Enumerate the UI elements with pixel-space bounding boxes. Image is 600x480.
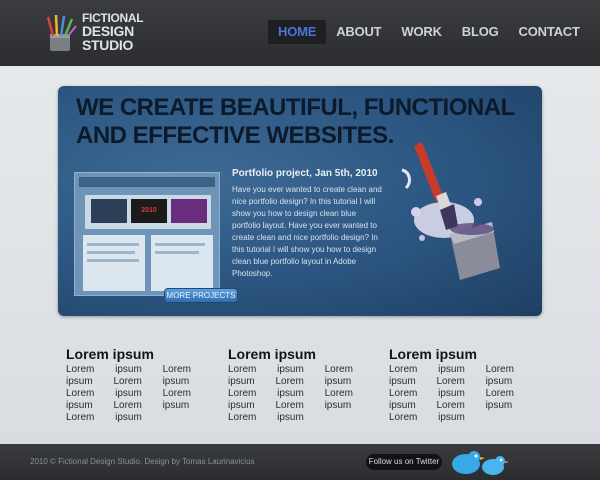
content-column-1: Lorem ipsum Lorem ipsum Lorem ipsum Lore… xyxy=(66,346,216,424)
screenshot-header xyxy=(79,177,215,187)
portfolio-screenshot[interactable]: 2010 xyxy=(74,172,220,296)
paintbrush-bucket-icon xyxy=(401,142,500,280)
logo-text: FICTIONAL DESIGN STUDIO xyxy=(82,12,152,52)
nav-item-contact[interactable]: CONTACT xyxy=(509,20,590,44)
nav-item-home[interactable]: HOME xyxy=(268,20,327,44)
logo[interactable]: FICTIONAL DESIGN STUDIO xyxy=(44,10,144,54)
site-header: FICTIONAL DESIGN STUDIO HOME ABOUT WORK … xyxy=(0,0,600,66)
screenshot-thumb xyxy=(91,199,127,223)
screenshot-text-line xyxy=(87,259,139,262)
content-column-3: Lorem ipsum Lorem ipsum Lorem ipsum Lore… xyxy=(389,346,539,424)
logo-line-2: DESIGN xyxy=(82,23,134,39)
copyright-text: 2010 © Fictional Design Studio. Design b… xyxy=(30,457,255,466)
screenshot-thumb xyxy=(171,199,207,223)
more-projects-button[interactable]: MORE PROJECTS xyxy=(164,288,238,303)
main-content: WE CREATE BEAUTIFUL, FUNCTIONAL AND EFFE… xyxy=(0,66,600,444)
project-description: Have you ever wanted to create clean and… xyxy=(232,185,382,278)
column-title: Lorem ipsum xyxy=(66,346,154,362)
screenshot-text-line xyxy=(87,251,135,254)
column-title: Lorem ipsum xyxy=(389,346,477,362)
screenshot-text-line xyxy=(155,243,205,246)
column-title: Lorem ipsum xyxy=(228,346,316,362)
logo-line-3: STUDIO xyxy=(82,37,134,53)
column-text: Lorem ipsum Lorem ipsum Lorem ipsum Lore… xyxy=(389,364,514,423)
screenshot-text-line xyxy=(155,251,199,254)
column-text: Lorem ipsum Lorem ipsum Lorem ipsum Lore… xyxy=(66,364,191,423)
hero-headline-line-1: WE CREATE BEAUTIFUL, FUNCTIONAL xyxy=(76,94,515,121)
twitter-birds-icon[interactable] xyxy=(446,446,510,478)
project-title: Portfolio project, Jan 5th, 2010 xyxy=(232,168,378,179)
nav-item-work[interactable]: WORK xyxy=(391,20,451,44)
hero-banner: WE CREATE BEAUTIFUL, FUNCTIONAL AND EFFE… xyxy=(58,86,542,316)
screenshot-text-line xyxy=(87,243,139,246)
nav-item-about[interactable]: ABOUT xyxy=(326,20,391,44)
content-column-2: Lorem ipsum Lorem ipsum Lorem ipsum Lore… xyxy=(228,346,378,424)
follow-twitter-button[interactable]: Follow us on Twitter xyxy=(366,454,442,470)
screenshot-thumb-2010: 2010 xyxy=(131,199,167,223)
brushes-cup-icon xyxy=(46,14,77,51)
column-text: Lorem ipsum Lorem ipsum Lorem ipsum Lore… xyxy=(228,364,353,423)
main-nav: HOME ABOUT WORK BLOG CONTACT xyxy=(268,20,590,44)
site-footer: 2010 © Fictional Design Studio. Design b… xyxy=(0,444,600,480)
nav-item-blog[interactable]: BLOG xyxy=(452,20,509,44)
